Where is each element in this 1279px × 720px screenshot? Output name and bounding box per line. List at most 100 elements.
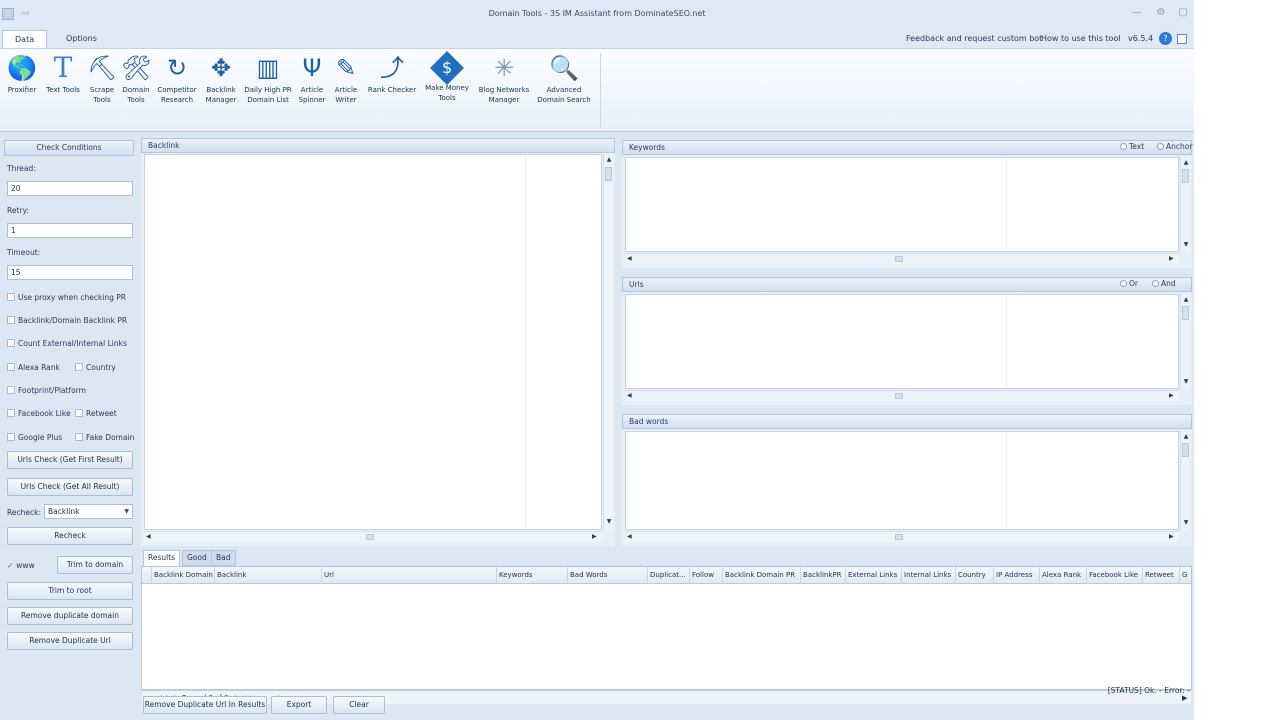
scroll-thumb[interactable] <box>1182 306 1189 320</box>
col-backlink-domain[interactable]: Backlink Domain <box>152 567 215 584</box>
clear-button[interactable]: Clear <box>333 696 385 714</box>
article-writer-button[interactable]: ✎ Article Writer <box>330 53 362 105</box>
fake-domain-checkbox[interactable]: Fake Domain <box>75 433 134 443</box>
thread-input[interactable]: 20 <box>7 181 133 196</box>
howto-link[interactable]: How to use this tool <box>1041 32 1121 46</box>
timeout-input[interactable]: 15 <box>7 265 133 280</box>
ribbon-toggle-icon[interactable] <box>1177 34 1187 44</box>
keywords-horizontal-scrollbar[interactable]: ◀ ▶ <box>625 253 1179 264</box>
scroll-thumb[interactable] <box>1182 443 1189 457</box>
scroll-left-icon[interactable]: ◀ <box>627 392 632 399</box>
urls-horizontal-scrollbar[interactable]: ◀ ▶ <box>625 390 1179 401</box>
count-links-checkbox[interactable]: Count External/Internal Links <box>7 339 127 349</box>
backlink-manager-button[interactable]: ✥ Backlink Manager <box>202 53 240 105</box>
col-internal-links[interactable]: Internal Links <box>902 567 956 584</box>
trim-to-domain-button[interactable]: Trim to domain <box>57 556 133 574</box>
google-plus-checkbox[interactable]: Google Plus <box>7 433 62 443</box>
col-ip-address[interactable]: IP Address <box>994 567 1040 584</box>
keywords-text-radio[interactable]: Text <box>1120 141 1144 153</box>
alexa-rank-checkbox[interactable]: Alexa Rank <box>7 363 60 373</box>
col-bad-words[interactable]: Bad Words <box>568 567 648 584</box>
col-url[interactable]: Url <box>322 567 497 584</box>
bad-words-textarea[interactable] <box>625 431 1179 530</box>
col-country[interactable]: Country <box>956 567 994 584</box>
col-keywords[interactable]: Keywords <box>497 567 568 584</box>
scroll-left-icon[interactable]: ◀ <box>146 533 151 540</box>
backlink-textarea[interactable] <box>144 154 602 530</box>
remove-duplicate-domain-button[interactable]: Remove duplicate domain <box>7 607 133 625</box>
daily-high-pr-button[interactable]: ▥ Daily High PR Domain List <box>242 53 294 105</box>
scroll-up-icon[interactable]: ▲ <box>1181 159 1191 167</box>
export-button[interactable]: Export <box>271 696 327 714</box>
urls-or-radio[interactable]: Or <box>1120 278 1138 290</box>
remove-duplicate-url-button[interactable]: Remove Duplicate Url <box>7 632 133 650</box>
results-grid[interactable]: Backlink Domain Backlink Url Keywords Ba… <box>141 566 1192 704</box>
col-backlink-pr[interactable]: BacklinkPR <box>801 567 846 584</box>
scroll-thumb[interactable] <box>895 393 903 399</box>
scroll-left-icon[interactable]: ◀ <box>627 533 632 540</box>
tab-bad[interactable]: Bad <box>211 550 236 566</box>
col-duplicate[interactable]: Duplicat... <box>648 567 690 584</box>
retweet-checkbox[interactable]: Retweet <box>75 409 117 419</box>
remove-duplicate-url-results-button[interactable]: Remove Duplicate Url In Results <box>143 696 267 714</box>
scroll-down-icon[interactable]: ▼ <box>1181 378 1191 386</box>
use-proxy-checkbox[interactable]: Use proxy when checking PR <box>7 293 126 303</box>
blog-networks-manager-button[interactable]: ✳ Blog Networks Manager <box>474 53 534 105</box>
col-follow[interactable]: Follow <box>690 567 723 584</box>
competitor-research-button[interactable]: ↻ Competitor Research <box>154 53 200 105</box>
scroll-up-icon[interactable]: ▲ <box>1181 433 1191 441</box>
tab-options[interactable]: Options <box>54 30 109 48</box>
scroll-right-icon[interactable]: ▶ <box>1169 533 1174 540</box>
close-icon[interactable]: ▢ <box>1176 6 1190 20</box>
scroll-thumb[interactable] <box>1182 169 1189 183</box>
help-icon[interactable]: ? <box>1159 32 1172 45</box>
backlink-horizontal-scrollbar[interactable]: ◀ ▶ <box>144 531 602 542</box>
scroll-thumb[interactable] <box>895 534 903 540</box>
scroll-up-icon[interactable]: ▲ <box>1181 296 1191 304</box>
scroll-thumb[interactable] <box>605 167 612 181</box>
bad-words-horizontal-scrollbar[interactable]: ◀ ▶ <box>625 531 1179 542</box>
tab-good[interactable]: Good <box>182 550 212 566</box>
recheck-button[interactable]: Recheck <box>7 527 133 545</box>
col-alexa-rank[interactable]: Alexa Rank <box>1040 567 1087 584</box>
tab-data[interactable]: Data <box>2 30 48 48</box>
keywords-anchor-radio[interactable]: Anchor <box>1157 141 1192 153</box>
scroll-up-icon[interactable]: ▲ <box>604 156 614 164</box>
backlink-vertical-scrollbar[interactable]: ▲ ▼ <box>603 154 613 530</box>
article-spinner-button[interactable]: Ψ Article Spinner <box>296 53 328 105</box>
recheck-select[interactable]: Backlink ▼ <box>44 504 133 519</box>
col-google-plus[interactable]: G <box>1180 567 1191 584</box>
www-checkbox[interactable]: ✓ www <box>7 561 35 571</box>
urls-check-first-button[interactable]: Urls Check (Get First Result) <box>7 451 133 469</box>
backlink-pr-checkbox[interactable]: Backlink/Domain Backlink PR <box>7 316 127 326</box>
country-checkbox[interactable]: Country <box>75 363 116 373</box>
urls-check-all-button[interactable]: Urls Check (Get All Result) <box>7 478 133 496</box>
scroll-thumb[interactable] <box>366 534 374 540</box>
make-money-tools-button[interactable]: $ Make Money Tools <box>422 51 472 103</box>
col-facebook-like[interactable]: Facebook Like <box>1087 567 1143 584</box>
scroll-left-icon[interactable]: ◀ <box>627 255 632 262</box>
scroll-right-icon[interactable]: ▶ <box>1169 392 1174 399</box>
scroll-thumb[interactable] <box>895 256 903 262</box>
scroll-down-icon[interactable]: ▼ <box>604 518 614 526</box>
feedback-link[interactable]: Feedback and request custom bot <box>906 32 1042 46</box>
retry-input[interactable]: 1 <box>7 223 133 238</box>
col-backlink-domain-pr[interactable]: Backlink Domain PR <box>723 567 801 584</box>
trim-to-root-button[interactable]: Trim to root <box>7 582 133 600</box>
text-tools-button[interactable]: T Text Tools <box>42 53 84 95</box>
rank-checker-button[interactable]: ⤴ Rank Checker <box>364 53 420 95</box>
bad-words-vertical-scrollbar[interactable]: ▲ ▼ <box>1180 431 1190 530</box>
col-external-links[interactable]: External Links <box>846 567 902 584</box>
advanced-domain-search-button[interactable]: 🔍 Advanced Domain Search <box>534 53 594 105</box>
scrape-tools-button[interactable]: ⛏ Scrape Tools <box>86 53 118 105</box>
domain-tools-button[interactable]: 🛠 Domain Tools <box>120 53 152 105</box>
scroll-right-icon[interactable]: ▶ <box>1169 255 1174 262</box>
tab-results[interactable]: Results <box>143 550 181 566</box>
restore-icon[interactable]: ⚙ <box>1154 6 1168 20</box>
scroll-down-icon[interactable]: ▼ <box>1181 241 1191 249</box>
proxifier-button[interactable]: 🌎 Proxifier <box>4 53 40 95</box>
keywords-vertical-scrollbar[interactable]: ▲ ▼ <box>1180 157 1190 252</box>
scroll-down-icon[interactable]: ▼ <box>1181 519 1191 527</box>
urls-textarea[interactable] <box>625 294 1179 389</box>
scroll-right-icon[interactable]: ▶ <box>592 533 597 540</box>
